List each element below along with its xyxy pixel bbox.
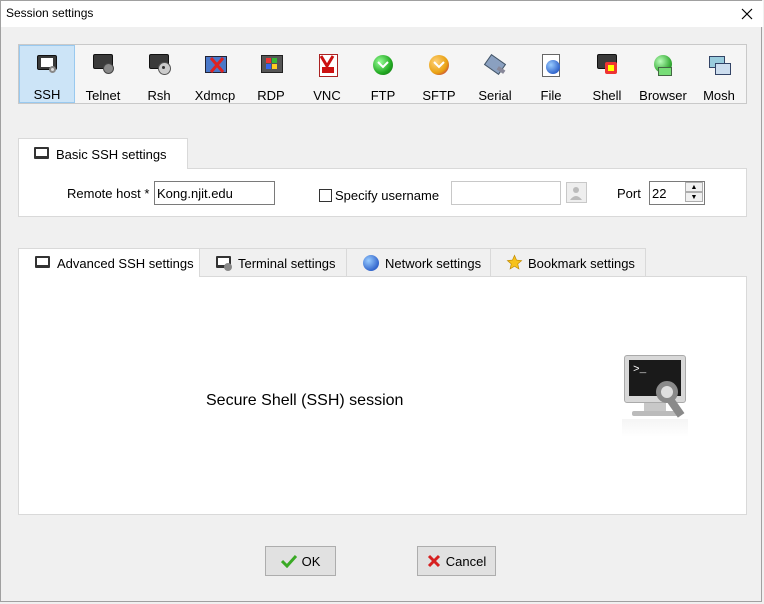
specify-username-label: Specify username xyxy=(335,188,440,203)
session-type-label: Browser xyxy=(639,88,687,103)
session-type-toolbar: SSH Telnet Rsh Xdmcp RDP VNC FTP SFTP Se… xyxy=(18,44,747,104)
session-type-xdmcp[interactable]: Xdmcp xyxy=(187,45,243,103)
title-bar: Session settings xyxy=(1,1,763,27)
session-type-vnc[interactable]: VNC xyxy=(299,45,355,103)
windows-desktop-icon xyxy=(259,53,283,77)
user-icon xyxy=(570,187,582,200)
star-icon xyxy=(506,254,523,271)
session-type-telnet[interactable]: Telnet xyxy=(75,45,131,103)
tab-bookmark-settings[interactable]: Bookmark settings xyxy=(490,248,646,277)
ftp-icon xyxy=(371,53,395,77)
shell-icon xyxy=(595,53,619,77)
x-display-icon xyxy=(203,53,227,77)
terminal-settings-icon xyxy=(216,255,232,271)
cancel-label: Cancel xyxy=(445,553,487,569)
session-type-label: VNC xyxy=(313,88,341,103)
terminal-disk-icon xyxy=(147,53,171,77)
session-type-label: Rsh xyxy=(147,88,171,103)
ssh-session-illustration: >_ xyxy=(622,353,694,443)
remote-host-input[interactable] xyxy=(154,181,275,205)
tab-bookmark-settings-label: Bookmark settings xyxy=(528,255,635,271)
tab-basic-ssh-label: Basic SSH settings xyxy=(56,146,167,162)
terminal-key-icon xyxy=(35,54,59,76)
port-spinner[interactable]: ▲ ▼ xyxy=(685,182,703,202)
terminal-icon xyxy=(35,255,51,271)
advanced-settings-panel: Secure Shell (SSH) session >_ xyxy=(18,276,747,515)
file-globe-icon xyxy=(539,53,563,77)
session-type-file[interactable]: File xyxy=(523,45,579,103)
session-type-label: FTP xyxy=(370,88,396,103)
session-type-label: Serial xyxy=(478,88,512,103)
browser-icon xyxy=(651,53,675,77)
remote-host-label: Remote host * xyxy=(67,186,150,201)
tab-advanced-ssh-label: Advanced SSH settings xyxy=(57,255,194,271)
session-type-serial[interactable]: Serial xyxy=(467,45,523,103)
tab-terminal-settings-label: Terminal settings xyxy=(238,255,336,271)
session-type-label: Xdmcp xyxy=(194,88,236,103)
ok-label: OK xyxy=(301,553,321,569)
mosh-icon xyxy=(707,53,731,77)
vnc-icon xyxy=(315,53,339,77)
specify-username-checkbox[interactable] xyxy=(319,189,332,202)
ok-button[interactable]: OK xyxy=(265,546,336,576)
tab-basic-ssh-settings[interactable]: Basic SSH settings xyxy=(18,138,188,169)
terminal-plug-icon xyxy=(91,53,115,77)
cancel-button[interactable]: Cancel xyxy=(417,546,496,576)
port-up-arrow-icon[interactable]: ▲ xyxy=(685,182,703,192)
session-settings-window: Session settings SSH Telnet Rsh Xdmcp RD… xyxy=(0,0,763,602)
port-label: Port xyxy=(617,186,641,201)
session-type-ftp[interactable]: FTP xyxy=(355,45,411,103)
session-type-ssh[interactable]: SSH xyxy=(19,45,75,103)
session-type-label: File xyxy=(540,88,562,103)
port-down-arrow-icon[interactable]: ▼ xyxy=(685,192,703,202)
close-button[interactable] xyxy=(731,1,763,27)
sftp-icon xyxy=(427,53,451,77)
terminal-icon xyxy=(34,146,50,162)
checkmark-icon xyxy=(280,554,297,568)
session-type-label: Telnet xyxy=(85,88,121,103)
session-type-label: SFTP xyxy=(422,88,456,103)
cross-icon xyxy=(427,554,440,568)
session-type-label: Shell xyxy=(592,88,622,103)
close-icon xyxy=(741,8,753,20)
session-type-browser[interactable]: Browser xyxy=(635,45,691,103)
session-type-mosh[interactable]: Mosh xyxy=(691,45,747,103)
globe-icon xyxy=(363,255,379,271)
basic-settings-panel: Remote host * Specify username Port xyxy=(18,168,747,217)
user-lookup-button[interactable] xyxy=(566,182,587,203)
tab-network-settings[interactable]: Network settings xyxy=(346,248,491,277)
session-type-rsh[interactable]: Rsh xyxy=(131,45,187,103)
tab-terminal-settings[interactable]: Terminal settings xyxy=(199,248,347,277)
username-input[interactable] xyxy=(451,181,561,205)
serial-plug-icon xyxy=(483,53,507,77)
tab-network-settings-label: Network settings xyxy=(385,255,482,271)
session-type-label: Mosh xyxy=(703,88,735,103)
session-type-rdp[interactable]: RDP xyxy=(243,45,299,103)
session-type-sftp[interactable]: SFTP xyxy=(411,45,467,103)
window-title: Session settings xyxy=(6,6,94,20)
session-type-label: SSH xyxy=(33,87,61,102)
session-type-label: RDP xyxy=(257,88,285,103)
session-type-shell[interactable]: Shell xyxy=(579,45,635,103)
session-description: Secure Shell (SSH) session xyxy=(206,392,404,409)
tab-advanced-ssh-settings[interactable]: Advanced SSH settings xyxy=(18,248,200,277)
